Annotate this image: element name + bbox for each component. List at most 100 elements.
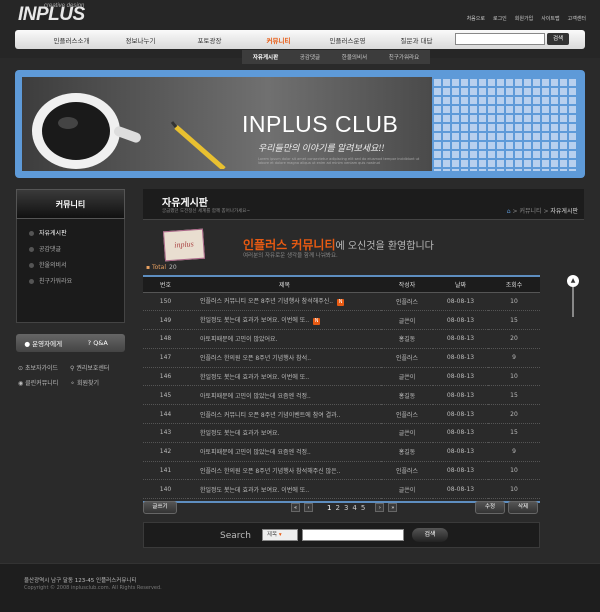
row-author: 홍길동	[398, 392, 416, 400]
row-title-cell[interactable]: 아토피때문에 고민이 많았어요.	[188, 329, 381, 349]
subnav-item-free-board[interactable]: 자유게시판	[253, 53, 278, 61]
nav-item-operation[interactable]: 인플러스운영	[313, 35, 382, 45]
logo-tagline: creative design	[44, 3, 85, 9]
column-header-date: 날짜	[433, 275, 488, 293]
util-link-sitemap[interactable]: 사이트맵	[541, 15, 559, 22]
row-title-cell[interactable]: 인플러스 한의원 오픈 8주년 기념행사 참석해주신 많은..	[188, 461, 381, 481]
row-date: 08-08-13	[446, 316, 475, 324]
row-title-cell[interactable]: 한일정도 봇는데 효과가 보여요. 이번에 또..	[188, 479, 381, 500]
row-number-cell: 141	[143, 461, 188, 481]
welcome-subtitle: 여러분의 자유로운 생각을 함께 나눠봐요.	[243, 253, 338, 259]
scroll-top-icon[interactable]: ▲	[567, 275, 579, 287]
page-link-5[interactable]: 5	[361, 504, 365, 512]
row-views-cell: 10	[488, 367, 540, 387]
table-row[interactable]: 148 아토피때문에 고민이 많았어요. 홍길동 08-08-13 20	[143, 329, 540, 349]
util-link-home[interactable]: 처음으로	[467, 15, 485, 22]
nav-item-about[interactable]: 인플러스소개	[37, 35, 106, 45]
row-author-cell: 인플러스	[381, 348, 433, 368]
table-row[interactable]: 149 한일정도 봇는데 효과가 보여요. 이번에 또.. N 글쓴이 08-08-13…	[143, 310, 540, 331]
user-icon: ⚬	[70, 380, 77, 387]
table-header-row: 번호 제목 작성자 날짜 조회수	[143, 275, 540, 293]
table-row[interactable]: 141 인플러스 한의원 오픈 8주년 기념행사 참석해주신 많은.. 인플러스 08…	[143, 461, 540, 481]
row-author-cell: 홍길동	[381, 442, 433, 462]
prev-page-icon[interactable]: ‹	[304, 503, 313, 512]
table-row[interactable]: 142 아토피때문에 고민이 많았는데 요즘엔 걱정.. 홍길동 08-08-13 9	[143, 442, 540, 462]
table-row[interactable]: 145 아토피때문에 고민이 많았는데 요즘엔 걱정.. 홍길동 08-08-13 15	[143, 385, 540, 406]
edit-button[interactable]: 수정	[475, 501, 505, 514]
rights-center-link[interactable]: ⚲ 권리보호센터	[70, 363, 122, 378]
qna-button[interactable]: ? Q&A	[71, 339, 126, 347]
row-views: 15	[510, 316, 518, 324]
beginner-guide-link[interactable]: ⊙ 초보자가이드	[18, 363, 70, 378]
row-number: 145	[159, 391, 172, 399]
home-icon[interactable]: ⌂	[507, 208, 511, 215]
last-page-icon[interactable]: »	[388, 503, 398, 512]
sidebar-item-secretary[interactable]: 한울의비서	[29, 258, 124, 274]
table-row[interactable]: 150 인플러스 커뮤니티 오픈 8주년 기념행사 참석해주신.. N 인플러스 08-…	[143, 292, 540, 312]
nav-item-community[interactable]: 커뮤니티	[244, 35, 313, 45]
row-number-cell: 148	[143, 329, 188, 349]
row-number: 147	[159, 354, 172, 362]
sidebar-item-comments[interactable]: 공감댓글	[29, 242, 124, 258]
subnav-item-secretary[interactable]: 한울의비서	[342, 53, 367, 61]
delete-button[interactable]: 삭제	[508, 501, 538, 514]
row-author-cell: 인플러스	[381, 461, 433, 481]
row-title-cell[interactable]: 아토피때문에 고민이 많았는데 요즘엔 걱정..	[188, 442, 381, 462]
sidebar-item-free-board[interactable]: 자유게시판	[29, 226, 124, 242]
next-page-icon[interactable]: ›	[375, 503, 385, 512]
page-link-2[interactable]: 2	[335, 504, 339, 512]
table-row[interactable]: 147 인플러스 한의원 오픈 8주년 기념행사 참석.. 인플러스 08-08-13…	[143, 348, 540, 368]
breadcrumb-item[interactable]: 커뮤니티	[519, 208, 541, 215]
table-row[interactable]: 144 인플러스 커뮤니티 오픈 8주년 기념이벤트에 참여 결과.. 인플러스 08…	[143, 404, 540, 425]
contact-admin-button[interactable]: ● 운영자에게	[16, 338, 71, 348]
row-title-cell[interactable]: 인플러스 한의원 오픈 8주년 기념행사 참석..	[188, 348, 381, 368]
row-title-cell[interactable]: 아토피때문에 고민이 많았는데 요즘엔 걱정..	[188, 385, 381, 406]
row-views: 20	[510, 410, 518, 418]
row-date: 08-08-13	[446, 297, 475, 305]
page-link-3[interactable]: 3	[344, 504, 348, 512]
table-row[interactable]: 146 한일정도 봇는데 효과가 보여요. 이번에 또.. 글쓴이 08-08-13 1…	[143, 367, 540, 387]
search-field-select[interactable]: 제목 ▾	[262, 529, 298, 541]
page-link-1[interactable]: 1	[327, 504, 331, 512]
row-title-cell[interactable]: 한일정도 봇는데 효과가 보여요. 이번에 또..	[188, 367, 381, 387]
find-member-link[interactable]: ⚬ 회원찾기	[70, 378, 122, 393]
top-search-button[interactable]: 검색	[547, 33, 569, 45]
row-title: 한일정도 봇는데 효과가 보여요. 이번에 또..	[200, 374, 310, 382]
row-date-cell: 08-08-13	[433, 479, 488, 500]
table-row[interactable]: 143 한일정도 봇는데 효과가 보여요. 글쓴이 08-08-13 15	[143, 423, 540, 443]
row-number: 141	[159, 467, 172, 475]
board-search-button[interactable]: 검색	[412, 528, 448, 542]
row-author: 인플러스	[395, 468, 419, 476]
util-link-login[interactable]: 로그인	[493, 15, 507, 22]
sidebar-item-label: 친구가워라요	[39, 278, 73, 285]
row-title-cell[interactable]: 한일정도 봇는데 효과가 보여요.	[188, 423, 381, 443]
row-date-cell: 08-08-13	[433, 292, 488, 312]
pagination: « ‹ 1 2 3 4 5 › »	[291, 503, 398, 512]
subnav-item-friends[interactable]: 친구가워라요	[389, 53, 419, 61]
table-row[interactable]: 140 한일정도 봇는데 효과가 보여요. 이번에 또.. 글쓴이 08-08-13 1…	[143, 479, 540, 500]
sidebar-links: ⊙ 초보자가이드 ⚲ 권리보호센터 ◉ 클린커뮤니티 ⚬ 회원찾기	[18, 363, 128, 393]
nav-item-qna[interactable]: 질문과 대답	[382, 35, 451, 45]
write-button[interactable]: 글쓰기	[143, 501, 177, 514]
util-link-join[interactable]: 회원가입	[515, 15, 533, 22]
sidebar-item-friends[interactable]: 친구가워라요	[29, 274, 124, 290]
row-title: 아토피때문에 고민이 많았는데 요즘엔 걱정..	[200, 392, 311, 400]
row-title-cell[interactable]: 인플러스 커뮤니티 오픈 8주년 기념행사 참석해주신.. N	[188, 292, 381, 312]
clean-community-link[interactable]: ◉ 클린커뮤니티	[18, 378, 70, 393]
welcome-logo: inplus	[163, 228, 205, 262]
row-title: 인플러스 한의원 오픈 8주년 기념행사 참석..	[200, 355, 312, 363]
board-search-input[interactable]	[302, 529, 404, 541]
row-date: 08-08-13	[446, 448, 475, 456]
util-link-support[interactable]: 고객센터	[568, 15, 586, 22]
row-title-cell[interactable]: 한일정도 봇는데 효과가 보여요. 이번에 또.. N	[188, 310, 381, 331]
banner-text: Lorem ipsum dolor sit amet consectetur a…	[258, 157, 420, 165]
first-page-icon[interactable]: «	[291, 503, 300, 512]
page-link-4[interactable]: 4	[352, 504, 356, 512]
nav-item-photo[interactable]: 포토광장	[175, 35, 244, 45]
row-number-cell: 144	[143, 404, 188, 425]
row-views-cell: 10	[488, 292, 540, 312]
subnav-item-comments[interactable]: 공감댓글	[300, 53, 320, 61]
row-title-cell[interactable]: 인플러스 커뮤니티 오픈 8주년 기념이벤트에 참여 결과..	[188, 404, 381, 425]
top-search-input[interactable]	[455, 33, 545, 45]
nav-item-info[interactable]: 정보나누기	[106, 35, 175, 45]
